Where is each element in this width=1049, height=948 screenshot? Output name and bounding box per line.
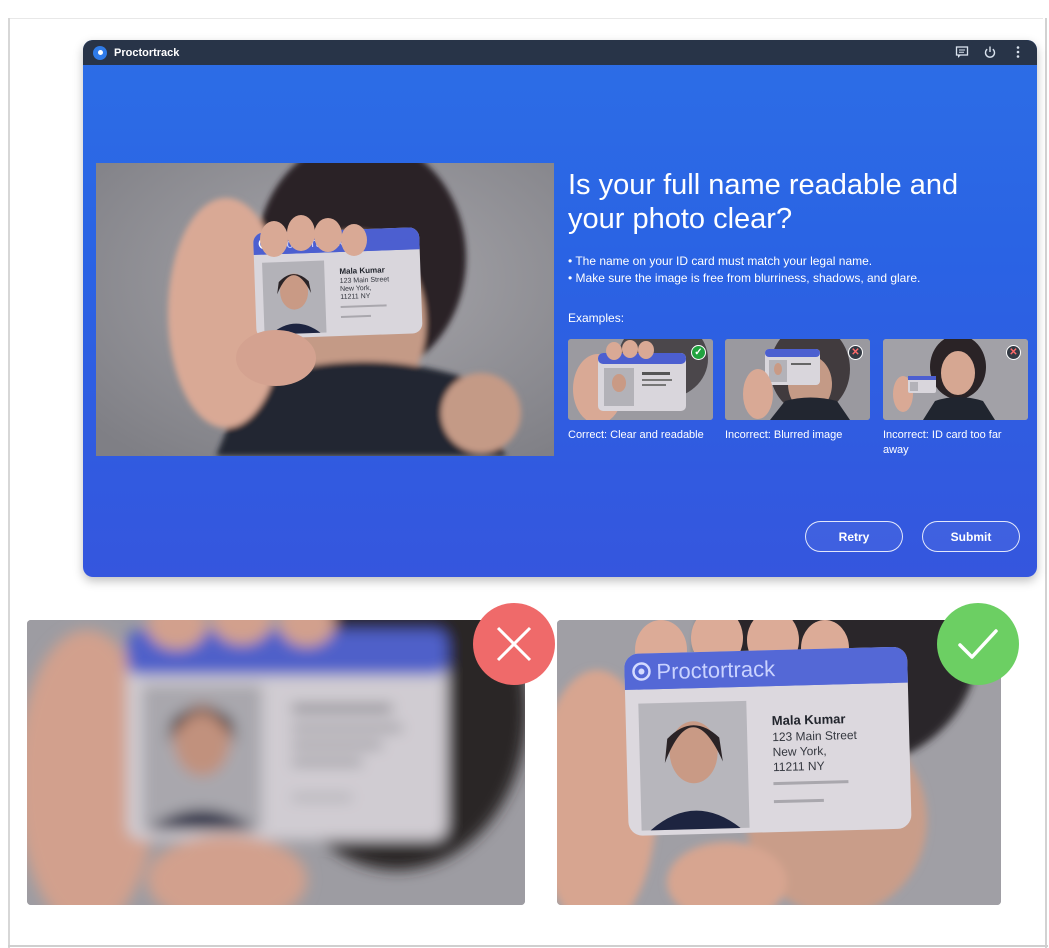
example-incorrect-blurred: ✕ Incorrect: Blurred image <box>725 339 870 443</box>
incorrect-x-icon <box>473 603 555 685</box>
example-incorrect-far: ✕ Incorrect: ID card too far away <box>883 339 1028 458</box>
app-name: Proctortrack <box>114 46 180 59</box>
retry-button[interactable]: Retry <box>805 521 903 552</box>
card-name-text: Mala Kumar <box>339 265 385 276</box>
example-caption: Correct: Clear and readable <box>568 429 704 441</box>
frame-left-line <box>8 18 10 948</box>
x-badge-icon: ✕ <box>848 345 863 360</box>
frame-top-line <box>8 18 1043 19</box>
card-address-3: 11211 NY <box>340 293 371 301</box>
instruction-item: • The name on your ID card must match yo… <box>568 254 873 268</box>
question-headline: Is your full name readable and your phot… <box>568 169 959 235</box>
frame-bottom-line <box>8 945 1048 947</box>
correct-check-icon <box>937 603 1019 685</box>
proctortrack-window: Proctortrack Mala Kumar 123 Main Street … <box>83 40 1037 577</box>
card-brand-text: Proctortrack <box>656 656 776 684</box>
titlebar-actions <box>955 44 1025 60</box>
chat-icon[interactable] <box>955 44 969 60</box>
card-address-3: 11211 NY <box>773 759 825 774</box>
clear-id-example: Proctortrack Mala Kumar 123 Main Street … <box>557 620 1001 905</box>
title-bar: Proctortrack <box>83 40 1037 65</box>
proctortrack-logo-icon <box>93 45 107 60</box>
power-icon[interactable] <box>983 44 997 60</box>
example-thumbnail: ✕ <box>883 339 1028 420</box>
example-thumbnail: ✕ <box>725 339 870 420</box>
example-caption: Incorrect: ID card too far away <box>883 429 1002 456</box>
card-address-1: 123 Main Street <box>772 728 858 744</box>
examples-label: Examples: <box>568 311 625 325</box>
example-thumbnail: ✓ <box>568 339 713 420</box>
more-vert-icon[interactable] <box>1011 44 1025 60</box>
x-badge-icon: ✕ <box>1006 345 1021 360</box>
card-address-2: New York, <box>772 744 826 759</box>
example-correct: ✓ Correct: Clear and readable <box>568 339 713 443</box>
check-badge-icon: ✓ <box>691 345 706 360</box>
card-name-text: Mala Kumar <box>772 711 846 728</box>
blurred-id-example <box>27 620 525 905</box>
instruction-list: • The name on your ID card must match yo… <box>568 253 1008 287</box>
instruction-item: • Make sure the image is free from blurr… <box>568 271 921 285</box>
card-address-2: New York, <box>340 285 372 293</box>
captured-id-photo: Proctortrack Mala Kumar 123 Main Street … <box>96 163 554 456</box>
example-caption: Incorrect: Blurred image <box>725 429 843 441</box>
frame-right-line <box>1045 18 1047 948</box>
submit-button[interactable]: Submit <box>922 521 1020 552</box>
